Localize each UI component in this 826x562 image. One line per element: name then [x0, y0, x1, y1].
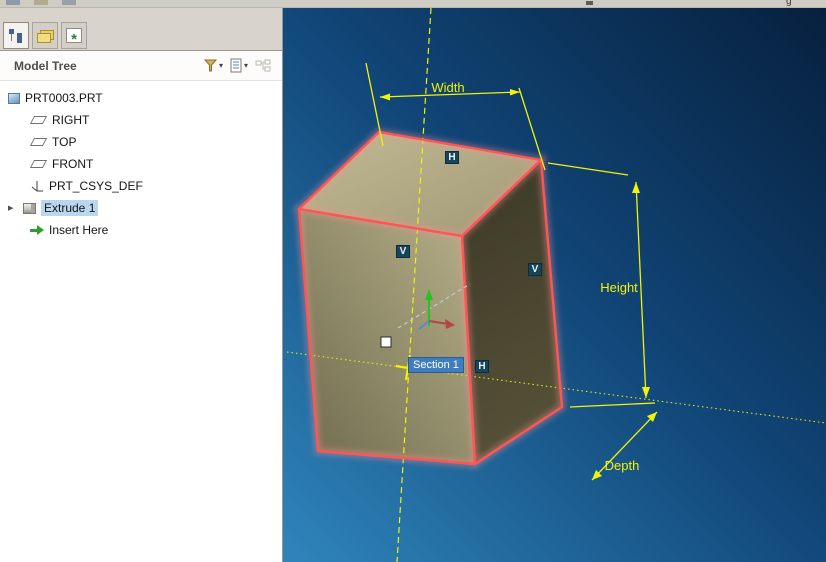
folders-icon [37, 29, 54, 43]
tree-item-insert-here[interactable]: Insert Here [0, 219, 282, 241]
section-name-label[interactable]: Section 1 [408, 357, 464, 373]
model-tree: PRT0003.PRT RIGHT TOP FRONT PRT_CSYS_DEF… [0, 81, 282, 241]
model-tree-panel: Model Tree ▾ ▾ PRT0003.PRT RIGHT TOP FRO… [0, 50, 282, 562]
tree-item-label-selected: Extrude 1 [41, 200, 99, 216]
model-tree-icon [8, 28, 24, 43]
insert-here-arrow-icon [30, 225, 44, 235]
tree-item-label: FRONT [52, 157, 94, 171]
tree-item-csys[interactable]: PRT_CSYS_DEF [0, 175, 282, 197]
navigator-panel: * Model Tree ▾ ▾ PRT0003.PRT RIGHT TOP F… [0, 8, 283, 562]
list-icon [230, 58, 242, 73]
datum-plane-icon [29, 160, 48, 168]
toolbar-icon-fragment [62, 0, 76, 5]
tab-favorites[interactable]: * [61, 22, 87, 49]
graphics-area[interactable]: Width Height Depth H V V H Section 1 [283, 8, 826, 562]
tree-item-label: PRT_CSYS_DEF [49, 179, 143, 193]
tree-item-extrude1[interactable]: ▶ Extrude 1 [0, 197, 282, 219]
chevron-down-icon: ▾ [218, 61, 223, 70]
depth-dimension-label[interactable]: Depth [598, 458, 646, 473]
tree-columns-icon [255, 59, 271, 71]
tree-columns-button-disabled [253, 58, 274, 74]
toolbar-icon-fragment [6, 0, 20, 5]
ribbon-text-fragment: g [786, 0, 792, 7]
model-tree-toolbar: ▾ ▾ [201, 57, 274, 74]
toolbar-icon-fragment [34, 0, 48, 5]
expand-arrow-icon[interactable]: ▶ [8, 204, 18, 212]
tree-item-prt0003[interactable]: PRT0003.PRT [0, 87, 282, 109]
height-dimension-label[interactable]: Height [597, 280, 641, 295]
ribbon-clipped-strip: g [0, 0, 826, 8]
tree-item-right[interactable]: RIGHT [0, 109, 282, 131]
tab-model-tree[interactable] [3, 22, 29, 49]
extrude-icon [23, 202, 36, 214]
constraint-badge-v-right: V [528, 263, 542, 276]
tree-item-label: Insert Here [49, 223, 109, 237]
tree-item-label: TOP [52, 135, 77, 149]
constraint-badge-h-bottom: H [475, 360, 489, 373]
part-icon [8, 92, 20, 104]
datum-plane-icon [29, 138, 48, 146]
tree-item-label: PRT0003.PRT [25, 91, 103, 105]
constraint-badge-v-front: V [396, 245, 410, 258]
caret-fragment [586, 1, 593, 5]
favorites-icon: * [66, 28, 82, 47]
width-dimension-label[interactable]: Width [416, 80, 480, 95]
tree-item-label: RIGHT [52, 113, 90, 127]
datum-plane-icon [29, 116, 48, 124]
model-tree-header: Model Tree ▾ ▾ [0, 51, 282, 81]
tree-options-button[interactable]: ▾ [228, 57, 250, 74]
tree-item-top[interactable]: TOP [0, 131, 282, 153]
tab-folder-browser[interactable] [32, 22, 58, 49]
panel-title: Model Tree [14, 58, 77, 73]
filter-settings-button[interactable]: ▾ [201, 58, 225, 73]
navigator-tabs: * [3, 22, 87, 49]
tree-item-front[interactable]: FRONT [0, 153, 282, 175]
chevron-down-icon: ▾ [243, 61, 248, 70]
drag-handle[interactable] [380, 336, 392, 348]
csys-icon [31, 181, 43, 192]
creo-window: g * Model Tree ▾ ▾ PRT0003.PRT RIGHT TOP… [0, 0, 826, 562]
model-canvas [286, 8, 826, 562]
constraint-badge-h-top: H [445, 151, 459, 164]
funnel-icon [203, 59, 218, 72]
